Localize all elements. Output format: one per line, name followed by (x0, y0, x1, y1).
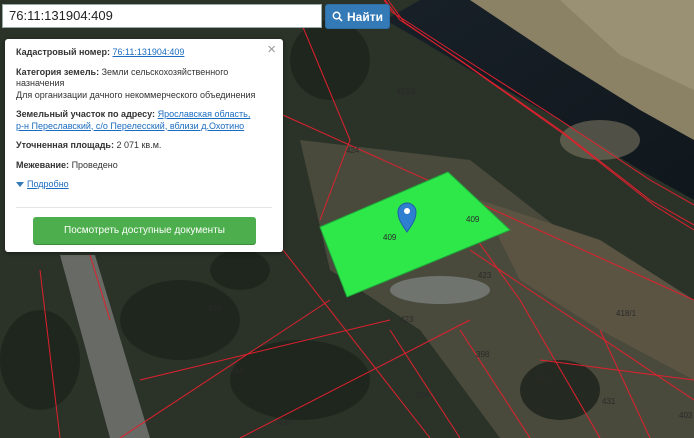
category-value: Земли сельскохозяйственного (101, 66, 229, 77)
category-value: Для организации дачного некоммерческого … (16, 89, 256, 100)
divider (16, 207, 272, 208)
parcel-label: 420 (277, 418, 291, 427)
parcel-label: 423 (400, 315, 414, 324)
cadastral-row: Кадастровый номер: 76:11:131904:409 (16, 47, 272, 59)
search-input[interactable]: 76:11:131904:409 (2, 4, 322, 28)
parcel-info-popup: × Кадастровый номер: 76:11:131904:409 Ка… (5, 39, 283, 252)
parcel-label: 422 (536, 372, 550, 381)
survey-row: Межевание: Проведено (16, 160, 272, 172)
search-button-label: Найти (347, 9, 383, 24)
parcel-label: 409 (383, 233, 397, 242)
address-row: Земельный участок по адресу: Ярославская… (16, 109, 272, 132)
cadastral-label: Кадастровый номер: (16, 47, 110, 57)
category-value: назначения (16, 78, 65, 88)
address-link[interactable]: Ярославская область, (158, 109, 251, 119)
survey-value: Проведено (71, 159, 118, 170)
category-row: Категория земель: Земли сельскохозяйстве… (16, 67, 272, 102)
parcel-label: 423 (478, 271, 492, 280)
parcel-label: 424 (346, 146, 360, 155)
area-row: Уточненная площадь: 2 071 кв.м. (16, 140, 272, 152)
more-row: Подробно (16, 179, 272, 191)
more-label: Подробно (27, 179, 69, 189)
close-icon[interactable]: × (267, 42, 276, 57)
search-button[interactable]: Найти (325, 4, 390, 29)
parcel-label: 398 (476, 350, 490, 359)
search-icon (332, 11, 343, 22)
parcel-label: 418/1 (616, 309, 637, 318)
area-value: 2 071 кв.м. (116, 140, 162, 150)
parcel-label: 409 (466, 215, 480, 224)
address-label: Земельный участок по адресу: (16, 109, 156, 119)
survey-label: Межевание: (16, 159, 70, 170)
address-link[interactable]: р-н Переславский, с/о Перелесский, вблиз… (16, 121, 244, 131)
parcel-label: 431 (602, 397, 616, 406)
parcel-label: 398 (416, 391, 430, 400)
chevron-down-icon (16, 182, 24, 188)
parcel-label: 418/1 (396, 87, 417, 96)
category-label: Категория земель: (16, 66, 100, 77)
view-documents-button[interactable]: Посмотреть доступные документы (33, 217, 256, 244)
parcel-label: 419 (208, 304, 222, 313)
cadastral-link[interactable]: 76:11:131904:409 (112, 47, 184, 57)
more-link[interactable]: Подробно (16, 179, 69, 191)
area-label: Уточненная площадь: (16, 140, 114, 150)
parcel-label: 384 (230, 367, 244, 376)
parcel-label: 403 (679, 411, 693, 420)
